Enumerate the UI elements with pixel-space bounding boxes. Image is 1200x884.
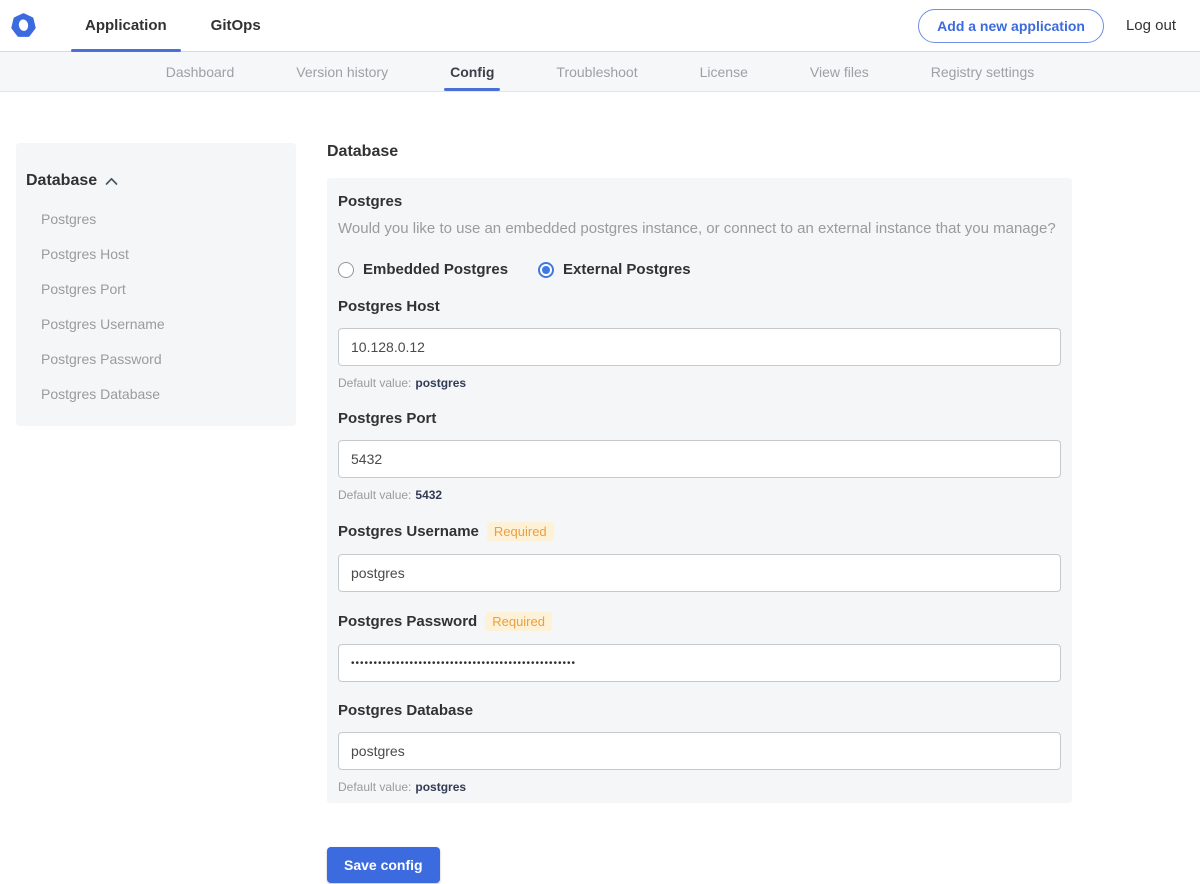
radio-external-postgres-label: External Postgres (563, 261, 691, 279)
postgres-port-label: Postgres Port (338, 410, 437, 428)
field-label-text: Postgres Password (338, 613, 478, 631)
tab-gitops-label: GitOps (210, 17, 261, 34)
tab-application-label: Application (85, 17, 167, 34)
subnav-config[interactable]: Config (444, 52, 501, 91)
section-title: Database (327, 143, 399, 160)
field-postgres-host: Postgres Host Default value:postgres (338, 298, 1061, 390)
subnav-view-files[interactable]: View files (810, 52, 869, 91)
postgres-host-input[interactable] (338, 328, 1061, 367)
content-area: Database Postgres Postgres Host Postgres… (0, 92, 1200, 884)
app-logo[interactable] (10, 12, 37, 39)
header-tabs: Application GitOps (71, 0, 291, 52)
postgres-radio-group: Embedded Postgres External Postgres (338, 261, 1061, 278)
default-prefix: Default value: (338, 488, 412, 503)
subnav-registry-settings[interactable]: Registry settings (931, 52, 1034, 91)
radio-selected-icon[interactable] (538, 261, 555, 278)
postgres-password-input[interactable] (338, 644, 1061, 683)
default-value: postgres (415, 780, 467, 795)
postgres-port-input[interactable] (338, 440, 1061, 479)
tab-application[interactable]: Application (71, 0, 181, 52)
add-application-button[interactable]: Add a new application (918, 8, 1104, 43)
postgres-username-input[interactable] (338, 554, 1061, 593)
subnav-dashboard[interactable]: Dashboard (166, 52, 235, 91)
field-postgres-password: Postgres Password Required (338, 612, 1061, 683)
save-config-button[interactable]: Save config (327, 847, 440, 884)
required-badge: Required (486, 522, 554, 542)
field-postgres-username: Postgres Username Required (338, 522, 1061, 593)
postgres-host-label: Postgres Host (338, 298, 440, 316)
radio-embedded-postgres[interactable]: Embedded Postgres (338, 261, 508, 278)
logout-link[interactable]: Log out (1126, 17, 1176, 34)
postgres-help-text: Would you like to use an embedded postgr… (338, 220, 1056, 237)
app-header: Application GitOps Add a new application… (0, 0, 1200, 52)
sidebar-item-postgres-host[interactable]: Postgres Host (26, 246, 286, 262)
postgres-database-default: Default value: postgres (338, 780, 1061, 794)
postgres-database-label: Postgres Database (338, 702, 474, 720)
radio-unselected-icon[interactable] (338, 261, 354, 278)
subnav-license[interactable]: License (700, 52, 748, 91)
default-prefix: Default value: (338, 780, 412, 795)
postgres-host-default: Default value: postgres (338, 376, 1061, 390)
app-subnav: Dashboard Version history Config Trouble… (0, 52, 1200, 92)
tab-gitops[interactable]: GitOps (197, 0, 275, 51)
sidebar-item-postgres-password[interactable]: Postgres Password (26, 351, 286, 367)
default-value: postgres (415, 376, 467, 391)
app-logo-icon (11, 13, 36, 37)
config-sidebar: Database Postgres Postgres Host Postgres… (16, 143, 296, 426)
radio-external-postgres[interactable]: External Postgres (538, 261, 691, 278)
postgres-group-label: Postgres (338, 193, 403, 210)
field-postgres-database: Postgres Database Default value:postgres (338, 702, 1061, 794)
config-main: Database Postgres Would you like to use … (327, 143, 1072, 884)
field-label-text: Postgres Username (338, 523, 479, 541)
sidebar-item-postgres-port[interactable]: Postgres Port (26, 281, 286, 297)
config-group-panel: Postgres Would you like to use an embedd… (327, 178, 1072, 804)
required-badge: Required (485, 612, 552, 632)
postgres-password-label: Postgres Password Required (338, 612, 1061, 632)
sidebar-item-postgres-username[interactable]: Postgres Username (26, 316, 286, 332)
chevron-up-icon (105, 177, 118, 185)
subnav-version-history[interactable]: Version history (296, 52, 388, 91)
sidebar-group-database[interactable]: Database (26, 157, 286, 192)
sidebar-item-postgres[interactable]: Postgres (26, 211, 286, 227)
postgres-username-label: Postgres Username Required (338, 522, 1061, 542)
postgres-port-default: Default value: 5432 (338, 488, 1061, 502)
sidebar-group-label: Database (26, 172, 98, 189)
field-postgres-port: Postgres Port Default value:5432 (338, 410, 1061, 502)
default-value: 5432 (415, 488, 443, 503)
postgres-database-input[interactable] (338, 732, 1061, 771)
subnav-troubleshoot[interactable]: Troubleshoot (556, 52, 637, 91)
sidebar-item-postgres-database[interactable]: Postgres Database (26, 386, 286, 402)
radio-embedded-postgres-label: Embedded Postgres (363, 261, 509, 279)
default-prefix: Default value: (338, 376, 412, 391)
